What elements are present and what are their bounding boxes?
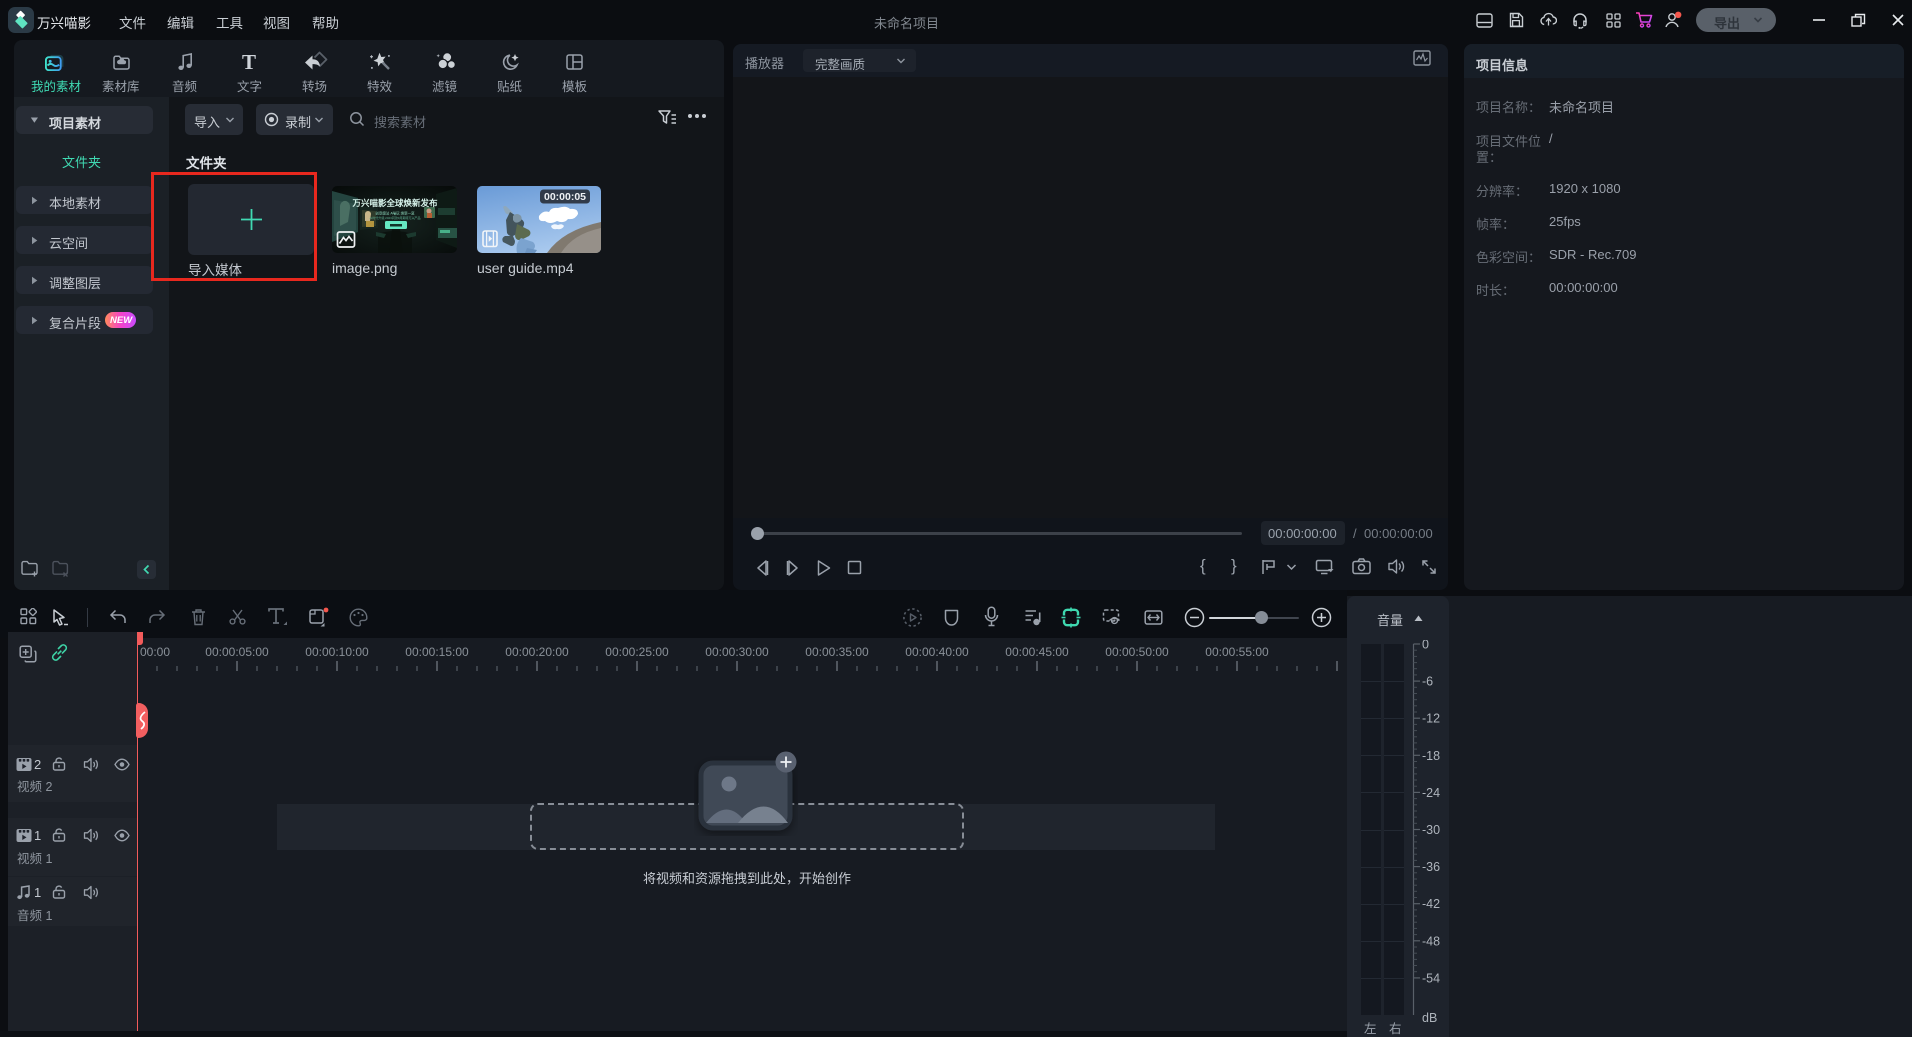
svg-text:-42: -42 bbox=[1422, 897, 1440, 911]
svg-text:dB: dB bbox=[1422, 1011, 1437, 1025]
svg-text:00:00:05:00: 00:00:05:00 bbox=[205, 645, 269, 659]
svg-text:00:00:10:00: 00:00:10:00 bbox=[305, 645, 369, 659]
svg-text:00:00:35:00: 00:00:35:00 bbox=[805, 645, 869, 659]
svg-text:-30: -30 bbox=[1422, 823, 1440, 837]
svg-text:创意魔法 A喵玩 焕新一夏: 创意魔法 A喵玩 焕新一夏 bbox=[375, 211, 415, 216]
svg-text:00:00:40:00: 00:00:40:00 bbox=[905, 645, 969, 659]
svg-text:00:00:45:00: 00:00:45:00 bbox=[1005, 645, 1069, 659]
svg-text:-36: -36 bbox=[1422, 860, 1440, 874]
svg-text:-6: -6 bbox=[1422, 675, 1433, 689]
svg-text:-12: -12 bbox=[1422, 712, 1440, 726]
svg-text:00:00:50:00: 00:00:50:00 bbox=[1105, 645, 1169, 659]
svg-text:00:00:20:00: 00:00:20:00 bbox=[505, 645, 569, 659]
svg-text:00:00: 00:00 bbox=[140, 645, 170, 659]
svg-text:万兴喵影全球焕新发布: 万兴喵影全球焕新发布 bbox=[351, 198, 438, 208]
svg-text:-54: -54 bbox=[1422, 971, 1440, 985]
svg-text:AI时代升级,2023同款9月期待万兴产品: AI时代升级,2023同款9月期待万兴产品 bbox=[369, 215, 420, 220]
svg-text:0: 0 bbox=[1422, 640, 1429, 652]
svg-text:00:00:15:00: 00:00:15:00 bbox=[405, 645, 469, 659]
svg-text:-48: -48 bbox=[1422, 934, 1440, 948]
svg-text:00:00:55:00: 00:00:55:00 bbox=[1205, 645, 1269, 659]
svg-text:00:00:30:00: 00:00:30:00 bbox=[705, 645, 769, 659]
svg-text:00:00:25:00: 00:00:25:00 bbox=[605, 645, 669, 659]
svg-text:00:00:05: 00:00:05 bbox=[544, 191, 586, 203]
svg-text:-24: -24 bbox=[1422, 786, 1440, 800]
svg-text:-18: -18 bbox=[1422, 749, 1440, 763]
